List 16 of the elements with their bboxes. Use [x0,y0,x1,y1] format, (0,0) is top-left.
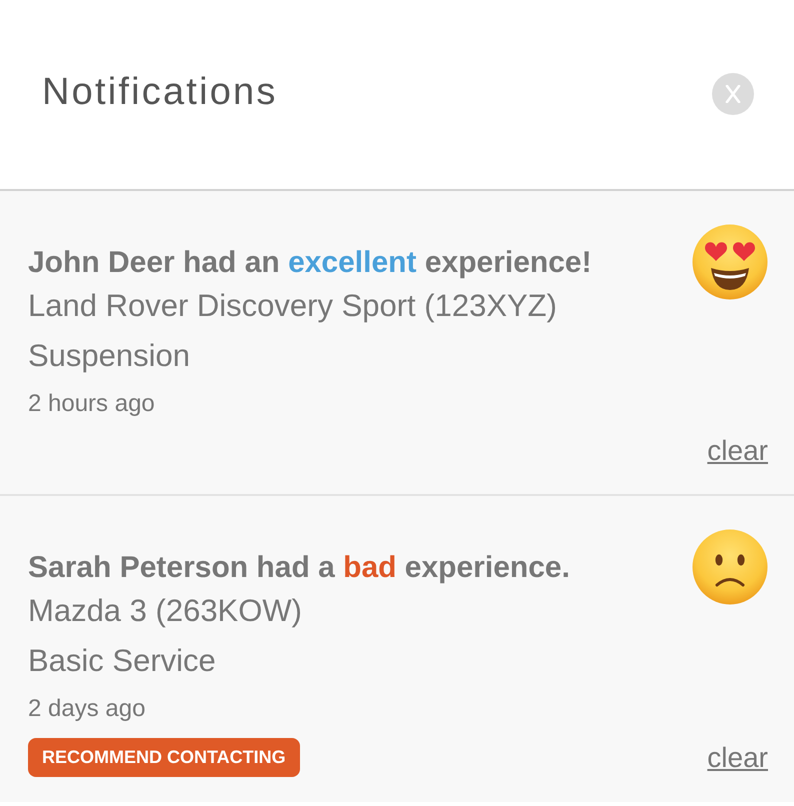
close-icon [725,84,741,102]
service-text: Suspension [28,337,192,375]
vehicle-text: Land Rover Discovery Sport (123XYZ) [28,287,558,325]
timestamp-text: 2 hours ago [28,389,156,419]
service-text: Basic Service [28,642,217,680]
vehicle-text: Mazda 3 (263KOW) [28,592,303,630]
timestamp-text: 2 days ago [28,694,146,724]
clear-link[interactable]: clear [707,740,768,776]
notification-headline: Sarah Peterson had a bad experience. [28,550,571,586]
close-button[interactable] [712,72,754,114]
heart-eyes-face-icon [692,224,768,300]
panel-title: Notifications [42,71,278,114]
recommendation-tag: RECOMMEND CONTACTING [28,738,300,777]
clear-link[interactable]: clear [707,433,768,469]
notification-headline: John Deer had an excellent experience! [28,245,593,281]
frowning-face-icon [692,529,768,605]
